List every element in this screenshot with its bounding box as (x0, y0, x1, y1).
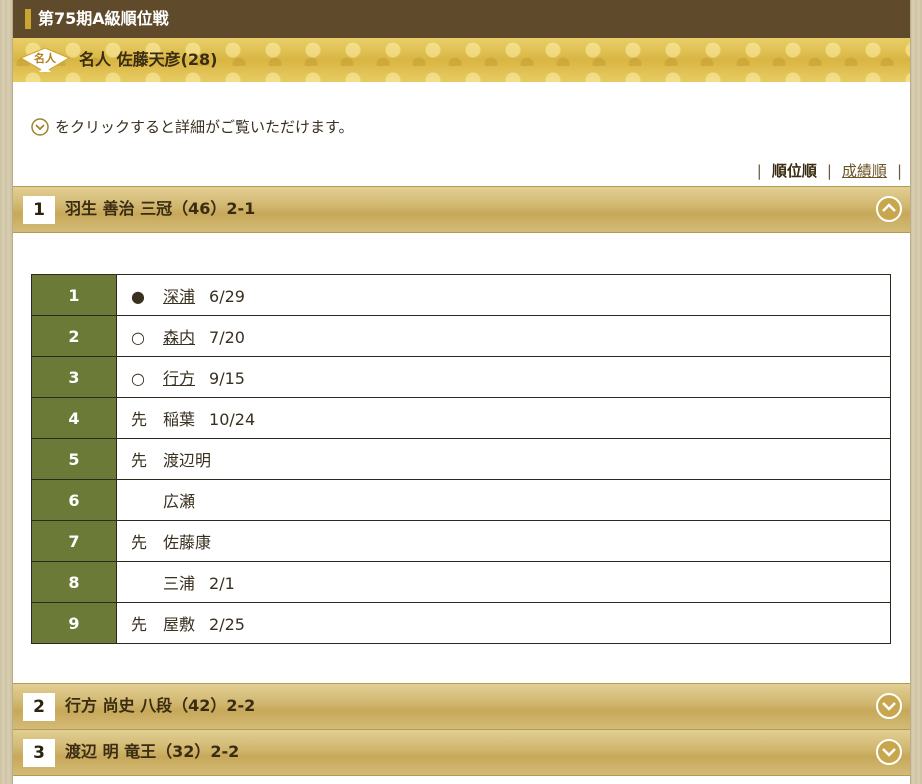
round-number: 9 (31, 602, 117, 644)
game-info: ○ 森内 7/20 (116, 315, 891, 357)
table-row: 4 先稲葉 10/24 (31, 397, 891, 439)
round-number: 5 (31, 438, 117, 480)
game-info: 先佐藤康 (116, 520, 891, 562)
result-mark: ○ (131, 369, 145, 388)
opponent-name: 行方 (163, 369, 196, 388)
game-link[interactable]: ● 深浦 (131, 287, 195, 306)
game-info: 先渡辺明 (116, 438, 891, 480)
chevron-down-circle-icon[interactable] (875, 738, 903, 766)
fan-badge-icon: 名人 (19, 47, 71, 73)
player-rank: 3 (23, 739, 55, 767)
chevron-down-circle-icon[interactable] (875, 692, 903, 720)
game-info: ● 深浦 6/29 (116, 274, 891, 316)
chevron-down-circle-icon (31, 118, 49, 136)
page-frame: 第75期A級順位戦 名人 名人 佐藤天彦(28) をクリックすると詳細がご覧いた… (0, 0, 922, 784)
game-date: 7/20 (209, 328, 245, 347)
table-row: 8 三浦 2/1 (31, 561, 891, 603)
league-title: 第75期A級順位戦 (38, 9, 169, 28)
player-row-2[interactable]: 2 行方 尚史 八段（42）2-2 (13, 683, 910, 730)
game-date: 2/25 (209, 615, 245, 634)
game-results-table: 1 ● 深浦 6/29 2 ○ 森内 7/20 3 ○ 行方 9/15 4 先 … (31, 274, 891, 644)
fan-badge-label: 名人 (34, 51, 57, 65)
meijin-banner: 名人 名人 佐藤天彦(28) (13, 38, 910, 82)
divider: | (896, 161, 902, 180)
table-row: 7 先佐藤康 (31, 520, 891, 562)
game-date: 9/15 (209, 369, 245, 388)
table-row: 3 ○ 行方 9/15 (31, 356, 891, 398)
opponent-name: 渡辺明 (163, 451, 212, 470)
game-info: ○ 行方 9/15 (116, 356, 891, 398)
player-name: 行方 尚史 八段（42）2-2 (65, 696, 256, 715)
round-number: 6 (31, 479, 117, 521)
result-mark: ○ (131, 328, 145, 347)
game-link[interactable]: ○ 森内 (131, 328, 195, 347)
round-number: 4 (31, 397, 117, 439)
opponent-name: 深浦 (163, 287, 196, 306)
player-name: 渡辺 明 竜王（32）2-2 (65, 742, 240, 761)
league-header: 第75期A級順位戦 (13, 0, 910, 38)
content-panel: 第75期A級順位戦 名人 名人 佐藤天彦(28) をクリックすると詳細がご覧いた… (12, 0, 911, 784)
result-mark: 先 (131, 533, 148, 552)
opponent-name: 佐藤康 (163, 533, 212, 552)
table-row: 5 先渡辺明 (31, 438, 891, 480)
player-rank: 1 (23, 196, 55, 224)
table-row: 6 広瀬 (31, 479, 891, 521)
sort-switcher: | 順位順 | 成績順 | (757, 160, 902, 181)
instruction-text: をクリックすると詳細がご覧いただけます。 (31, 117, 354, 137)
table-row: 9 先屋敷 2/25 (31, 602, 891, 644)
table-row: 2 ○ 森内 7/20 (31, 315, 891, 357)
round-number: 7 (31, 520, 117, 562)
result-mark: ● (131, 287, 145, 306)
game-date: 6/29 (209, 287, 245, 306)
divider: | (826, 161, 832, 180)
header-accent-bar (25, 9, 31, 29)
opponent-name: 三浦 (163, 574, 196, 593)
game-info: 先屋敷 2/25 (116, 602, 891, 644)
opponent-name: 稲葉 (163, 410, 196, 429)
result-mark: 先 (131, 410, 148, 429)
sort-by-record-link[interactable]: 成績順 (842, 160, 887, 181)
round-number: 8 (31, 561, 117, 603)
opponent-name: 屋敷 (163, 615, 196, 634)
round-number: 2 (31, 315, 117, 357)
meijin-name: 名人 佐藤天彦(28) (79, 50, 218, 69)
instruction-label: をクリックすると詳細がご覧いただけます。 (55, 118, 354, 136)
result-mark: 先 (131, 451, 148, 470)
result-mark: 先 (131, 615, 148, 634)
opponent-name: 広瀬 (163, 492, 196, 511)
round-number: 3 (31, 356, 117, 398)
game-date: 10/24 (209, 410, 256, 429)
divider: | (756, 161, 762, 180)
game-link[interactable]: ○ 行方 (131, 369, 195, 388)
game-date: 2/1 (209, 574, 235, 593)
game-info: 広瀬 (116, 479, 891, 521)
table-row: 1 ● 深浦 6/29 (31, 274, 891, 316)
player-name: 羽生 善治 三冠（46）2-1 (65, 199, 256, 218)
player-row-1[interactable]: 1 羽生 善治 三冠（46）2-1 (13, 186, 910, 233)
player-row-3[interactable]: 3 渡辺 明 竜王（32）2-2 (13, 729, 910, 776)
opponent-name: 森内 (163, 328, 196, 347)
player-rank: 2 (23, 693, 55, 721)
round-number: 1 (31, 274, 117, 316)
game-info: 先稲葉 10/24 (116, 397, 891, 439)
sort-by-rank: 順位順 (771, 162, 817, 180)
game-info: 三浦 2/1 (116, 561, 891, 603)
chevron-up-circle-icon[interactable] (875, 195, 903, 223)
